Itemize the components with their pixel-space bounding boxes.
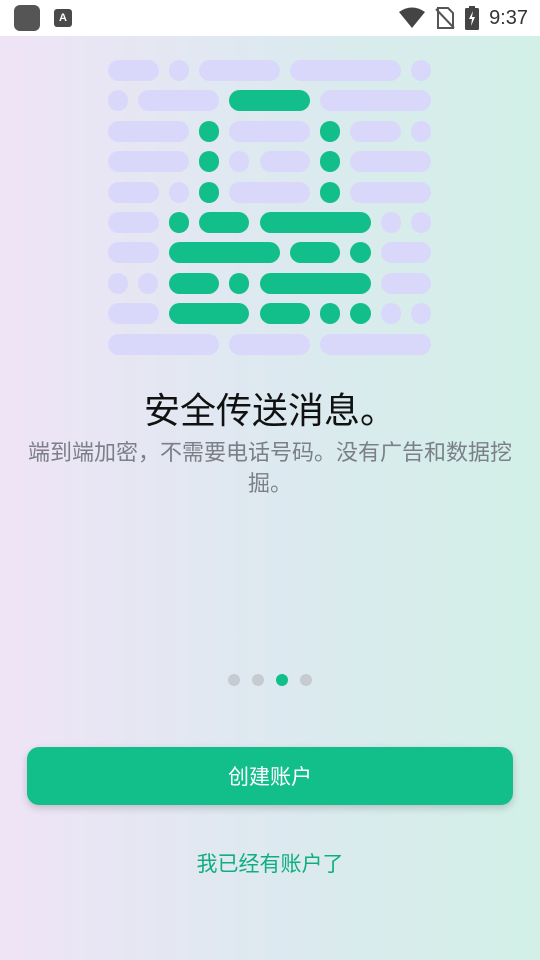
- grid-pill-light: [108, 120, 189, 142]
- grid-pill-light: [411, 212, 432, 233]
- grid-pill-green: [168, 212, 189, 233]
- page-dot: [228, 674, 240, 686]
- grid-pill-light: [229, 333, 310, 355]
- grid-pill-light: [380, 212, 401, 233]
- grid-pill-light: [108, 181, 159, 203]
- onboarding-subtitle: 端到端加密，不需要电话号码。没有广告和数据挖掘。: [27, 441, 512, 497]
- grid-pill-light: [108, 60, 159, 81]
- grid-pill-green: [229, 90, 310, 112]
- grid-pill-green: [350, 303, 371, 325]
- grid-pill-green: [198, 120, 220, 142]
- page-indicator: [0, 674, 540, 686]
- grid-pill-green: [198, 181, 220, 203]
- grid-pill-light: [320, 90, 432, 112]
- message-grid-illustration: [0, 0, 540, 370]
- grid-pill-light: [108, 151, 189, 173]
- page-dot: [252, 674, 264, 686]
- grid-pill-green: [289, 242, 341, 264]
- grid-pill-light: [108, 333, 220, 355]
- grid-pill-light: [229, 151, 250, 173]
- grid-pill-green: [350, 242, 371, 264]
- grid-pill-light: [411, 60, 432, 81]
- page-dot: [300, 674, 312, 686]
- grid-pill-green: [168, 303, 250, 325]
- grid-pill-light: [198, 60, 280, 81]
- grid-pill-green: [168, 272, 220, 294]
- grid-pill-light: [108, 212, 159, 233]
- grid-pill-light: [138, 272, 159, 294]
- create-account-button[interactable]: 创建账户: [27, 747, 513, 805]
- grid-pill-green: [198, 212, 250, 233]
- grid-pill-light: [380, 242, 432, 264]
- grid-pill-light: [108, 90, 129, 112]
- grid-pill-light: [350, 151, 432, 173]
- grid-pill-light: [229, 120, 310, 142]
- grid-pill-green: [320, 303, 341, 325]
- grid-pill-light: [259, 151, 310, 173]
- page-dot: [276, 674, 288, 686]
- have-account-link[interactable]: 我已经有账户了: [0, 848, 540, 878]
- grid-pill-light: [138, 90, 220, 112]
- onboarding-title: 安全传送消息。: [143, 391, 396, 432]
- grid-pill-light: [380, 303, 401, 325]
- grid-pill-light: [108, 303, 159, 325]
- grid-pill-green: [198, 151, 220, 173]
- grid-pill-green: [229, 272, 250, 294]
- grid-pill-light: [168, 181, 189, 203]
- grid-pill-green: [168, 242, 280, 264]
- grid-pill-green: [259, 272, 371, 294]
- grid-pill-green: [320, 151, 341, 173]
- grid-pill-light: [411, 120, 432, 142]
- grid-pill-light: [229, 181, 310, 203]
- grid-pill-light: [320, 333, 432, 355]
- grid-pill-light: [350, 120, 401, 142]
- grid-pill-light: [289, 60, 401, 81]
- grid-pill-green: [320, 120, 341, 142]
- grid-pill-green: [320, 181, 341, 203]
- grid-pill-light: [411, 303, 432, 325]
- grid-pill-light: [108, 242, 159, 264]
- grid-pill-light: [350, 181, 432, 203]
- grid-pill-green: [259, 303, 310, 325]
- grid-pill-light: [168, 60, 189, 81]
- grid-pill-green: [259, 212, 371, 233]
- grid-pill-light: [108, 272, 129, 294]
- grid-pill-light: [380, 272, 432, 294]
